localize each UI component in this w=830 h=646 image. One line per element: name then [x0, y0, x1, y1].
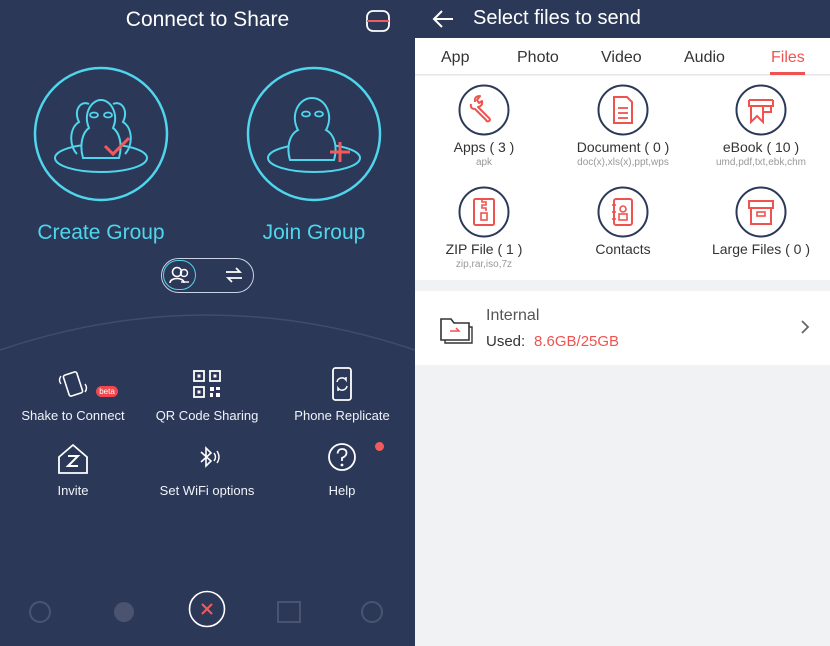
- close-icon[interactable]: [188, 590, 226, 628]
- menu-icon[interactable]: [364, 8, 392, 34]
- help-icon: [328, 443, 356, 471]
- bluetooth-wifi-icon: [200, 446, 220, 468]
- tab-app[interactable]: App: [441, 49, 469, 67]
- feature-label: Help: [328, 483, 356, 498]
- active-tab-indicator: [770, 72, 805, 75]
- help-button[interactable]: Help: [272, 441, 412, 498]
- storage-used-label: Used:: [486, 333, 526, 350]
- document-icon: [597, 84, 649, 136]
- group-mode-option[interactable]: [163, 260, 196, 290]
- transfer-mode-option[interactable]: [218, 260, 251, 290]
- category-extensions: zip,rar,iso,7z: [455, 259, 513, 270]
- category-label: Large Files ( 0 ): [711, 241, 811, 257]
- invite-button[interactable]: Invite: [3, 441, 143, 498]
- notification-dot: [375, 442, 384, 451]
- storage-name: Internal: [486, 307, 540, 324]
- shake-to-connect-button[interactable]: Shake to Connect: [3, 366, 143, 423]
- phone-replicate-icon: [332, 367, 352, 401]
- phone-replicate-button[interactable]: Phone Replicate: [272, 366, 412, 423]
- feature-label: Shake to Connect: [21, 408, 125, 423]
- category-extensions: doc(x),xls(x),ppt,wps: [577, 157, 669, 168]
- large-files-icon: [735, 186, 787, 238]
- people-icon: [169, 266, 189, 284]
- join-group-button[interactable]: [246, 66, 382, 202]
- join-group-label[interactable]: Join Group: [214, 221, 414, 245]
- category-label: eBook ( 10 ): [722, 139, 800, 155]
- create-group-button[interactable]: [33, 66, 169, 202]
- folder-storage-icon: [440, 318, 473, 344]
- mode-toggle[interactable]: [161, 258, 254, 293]
- tab-files[interactable]: Files: [771, 49, 805, 67]
- back-arrow-icon[interactable]: [431, 7, 455, 31]
- storage-used-value: 8.6GB/25GB: [534, 333, 620, 350]
- category-label: ZIP File ( 1 ): [445, 241, 523, 257]
- tab-bar: App Photo Video Audio Files: [415, 38, 830, 75]
- category-label: Contacts: [595, 241, 651, 257]
- page-title: Select files to send: [473, 7, 641, 29]
- feature-label: Set WiFi options: [159, 483, 255, 498]
- category-document[interactable]: Document ( 0 ) doc(x),xls(x),ppt,wps: [554, 84, 692, 168]
- divider-arc: [0, 314, 415, 351]
- invite-icon: [58, 443, 88, 474]
- feature-label: Phone Replicate: [294, 408, 390, 423]
- category-contacts[interactable]: Contacts: [554, 186, 692, 259]
- select-files-panel: Select files to send App Photo Video Aud…: [415, 0, 830, 646]
- category-extensions: apk: [475, 157, 493, 168]
- beta-badge: beta: [96, 386, 118, 397]
- page-title: Connect to Share: [125, 8, 290, 31]
- chevron-right-icon: [801, 320, 810, 334]
- shake-phone-icon: [58, 371, 88, 397]
- contacts-icon: [597, 186, 649, 238]
- category-label: Apps ( 3 ): [453, 139, 515, 155]
- feature-label: Invite: [57, 483, 89, 498]
- tab-photo[interactable]: Photo: [517, 49, 559, 67]
- create-group-label[interactable]: Create Group: [1, 221, 201, 245]
- tab-audio[interactable]: Audio: [684, 49, 725, 67]
- qr-code-icon: [193, 370, 221, 398]
- category-extensions: umd,pdf,txt,ebk,chm: [715, 157, 807, 168]
- qr-code-sharing-button[interactable]: QR Code Sharing: [137, 366, 277, 423]
- create-group-icon: [33, 66, 169, 202]
- category-label: Document ( 0 ): [576, 139, 670, 155]
- category-large-files[interactable]: Large Files ( 0 ): [692, 186, 830, 259]
- wrench-icon: [458, 84, 510, 136]
- ebook-icon: [735, 84, 787, 136]
- category-ebook[interactable]: eBook ( 10 ) umd,pdf,txt,ebk,chm: [692, 84, 830, 168]
- transfer-arrows-icon: [225, 267, 243, 283]
- category-apps[interactable]: Apps ( 3 ) apk: [415, 84, 553, 168]
- internal-storage-row[interactable]: Internal Used: 8.6GB/25GB: [415, 291, 830, 365]
- file-category-grid: Apps ( 3 ) apk Document ( 0 ) doc(x),xls…: [415, 76, 830, 280]
- set-wifi-options-button[interactable]: Set WiFi options: [137, 441, 277, 498]
- feature-label: QR Code Sharing: [155, 408, 259, 423]
- category-zip[interactable]: ZIP File ( 1 ) zip,rar,iso,7z: [415, 186, 553, 270]
- connect-to-share-panel: Connect to Share Create Group Join Group…: [0, 0, 415, 646]
- join-group-icon: [246, 66, 382, 202]
- tab-video[interactable]: Video: [601, 49, 642, 67]
- header-bar: Select files to send: [415, 0, 830, 38]
- zip-icon: [458, 186, 510, 238]
